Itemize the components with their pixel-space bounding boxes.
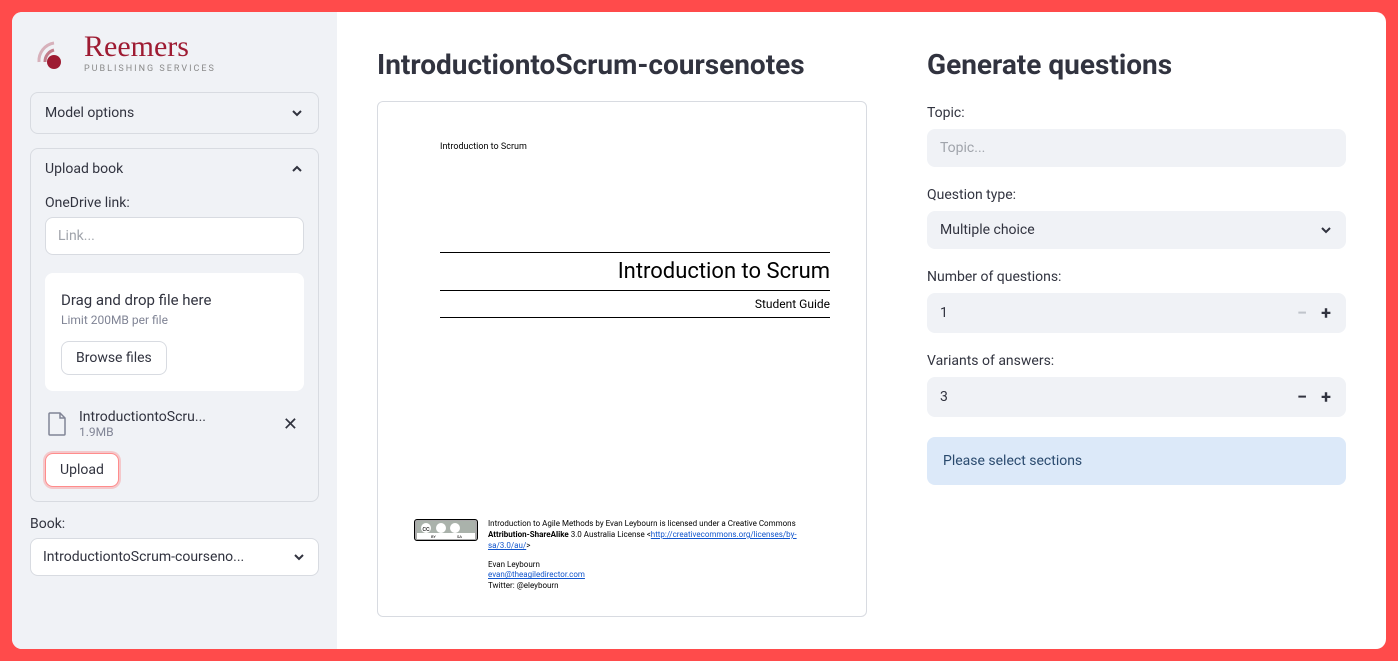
onedrive-link-input[interactable]: [45, 217, 304, 255]
chevron-up-icon: [290, 162, 304, 176]
model-options-panel: Model options: [30, 92, 319, 134]
num-questions-increment[interactable]: +: [1314, 301, 1338, 325]
pdf-page-preview: Introduction to Scrum Introduction to Sc…: [377, 101, 867, 617]
svg-text:BY: BY: [431, 534, 436, 539]
license-text: 3.0 Australia License <: [569, 530, 651, 539]
file-dropzone[interactable]: Drag and drop file here Limit 200MB per …: [45, 273, 304, 391]
variants-increment[interactable]: +: [1314, 385, 1338, 409]
document-filename-heading: IntroductiontoScrum-coursenotes: [377, 48, 867, 81]
brand-logo: Reemers PUBLISHING SERVICES: [30, 32, 319, 74]
chevron-down-icon: [290, 106, 304, 120]
pdf-running-header: Introduction to Scrum: [440, 142, 830, 152]
variants-label: Variants of answers:: [927, 353, 1346, 369]
uploaded-file-size: 1.9MB: [79, 425, 267, 439]
svg-text:cc: cc: [422, 525, 430, 533]
main-content: IntroductiontoScrum-coursenotes Introduc…: [337, 12, 1386, 649]
info-message: Please select sections: [927, 437, 1346, 485]
license-text: Introduction to Agile Methods by Evan Le…: [488, 519, 796, 528]
onedrive-label: OneDrive link:: [45, 195, 304, 211]
generate-questions-form: Generate questions Topic: Question type:…: [927, 48, 1346, 629]
book-selector-value: IntroductiontoScrum-courseno...: [43, 549, 244, 565]
dropzone-limit: Limit 200MB per file: [61, 313, 288, 327]
file-icon: [47, 412, 67, 436]
num-questions-value[interactable]: 1: [940, 305, 1290, 321]
upload-book-label: Upload book: [45, 161, 123, 177]
brand-subtitle: PUBLISHING SERVICES: [84, 64, 216, 74]
book-selector[interactable]: IntroductiontoScrum-courseno...: [30, 538, 319, 576]
license-bold: Attribution-ShareAlike: [488, 530, 569, 539]
browse-files-button[interactable]: Browse files: [61, 341, 167, 375]
model-options-label: Model options: [45, 105, 134, 121]
pdf-author-twitter: Twitter: @eleybourn: [488, 581, 830, 592]
upload-button[interactable]: Upload: [45, 453, 119, 487]
pdf-author: Evan Leybourn: [488, 560, 830, 571]
uploaded-file-row: IntroductiontoScru... 1.9MB ✕: [45, 409, 304, 439]
topic-label: Topic:: [927, 105, 1346, 121]
uploaded-file-name: IntroductiontoScru...: [79, 409, 267, 425]
brand-name: Reemers: [84, 32, 216, 62]
question-type-label: Question type:: [927, 187, 1346, 203]
form-heading: Generate questions: [927, 48, 1346, 81]
pdf-title: Introduction to Scrum: [414, 259, 830, 284]
document-preview-column: IntroductiontoScrum-coursenotes Introduc…: [377, 48, 867, 629]
pdf-subtitle: Student Guide: [414, 297, 830, 311]
num-questions-stepper: 1 − +: [927, 293, 1346, 333]
upload-book-toggle[interactable]: Upload book: [31, 149, 318, 189]
pdf-author-email[interactable]: evan@theagiledirector.com: [488, 570, 830, 581]
question-type-select[interactable]: Multiple choice: [927, 211, 1346, 249]
upload-book-panel: Upload book OneDrive link: Drag and drop…: [30, 148, 319, 502]
topic-input[interactable]: [927, 129, 1346, 167]
pdf-license-block: ccBY SA Introduction to Agile Methods by …: [414, 519, 830, 592]
variants-stepper: 3 − +: [927, 377, 1346, 417]
variants-value[interactable]: 3: [940, 389, 1290, 405]
cc-badge-icon: ccBY SA: [414, 519, 478, 541]
num-questions-decrement: −: [1290, 301, 1314, 325]
num-questions-label: Number of questions:: [927, 269, 1346, 285]
sidebar: Reemers PUBLISHING SERVICES Model option…: [12, 12, 337, 649]
license-text: >: [526, 541, 530, 550]
model-options-toggle[interactable]: Model options: [31, 93, 318, 133]
variants-decrement[interactable]: −: [1290, 385, 1314, 409]
question-type-value: Multiple choice: [940, 222, 1035, 238]
chevron-down-icon: [292, 550, 306, 564]
app-window: Reemers PUBLISHING SERVICES Model option…: [12, 12, 1386, 649]
book-selector-label: Book:: [30, 516, 319, 532]
logo-icon: [30, 32, 72, 74]
remove-file-button[interactable]: ✕: [279, 410, 302, 439]
svg-text:SA: SA: [457, 534, 462, 539]
dropzone-title: Drag and drop file here: [61, 291, 288, 309]
chevron-down-icon: [1319, 223, 1333, 237]
